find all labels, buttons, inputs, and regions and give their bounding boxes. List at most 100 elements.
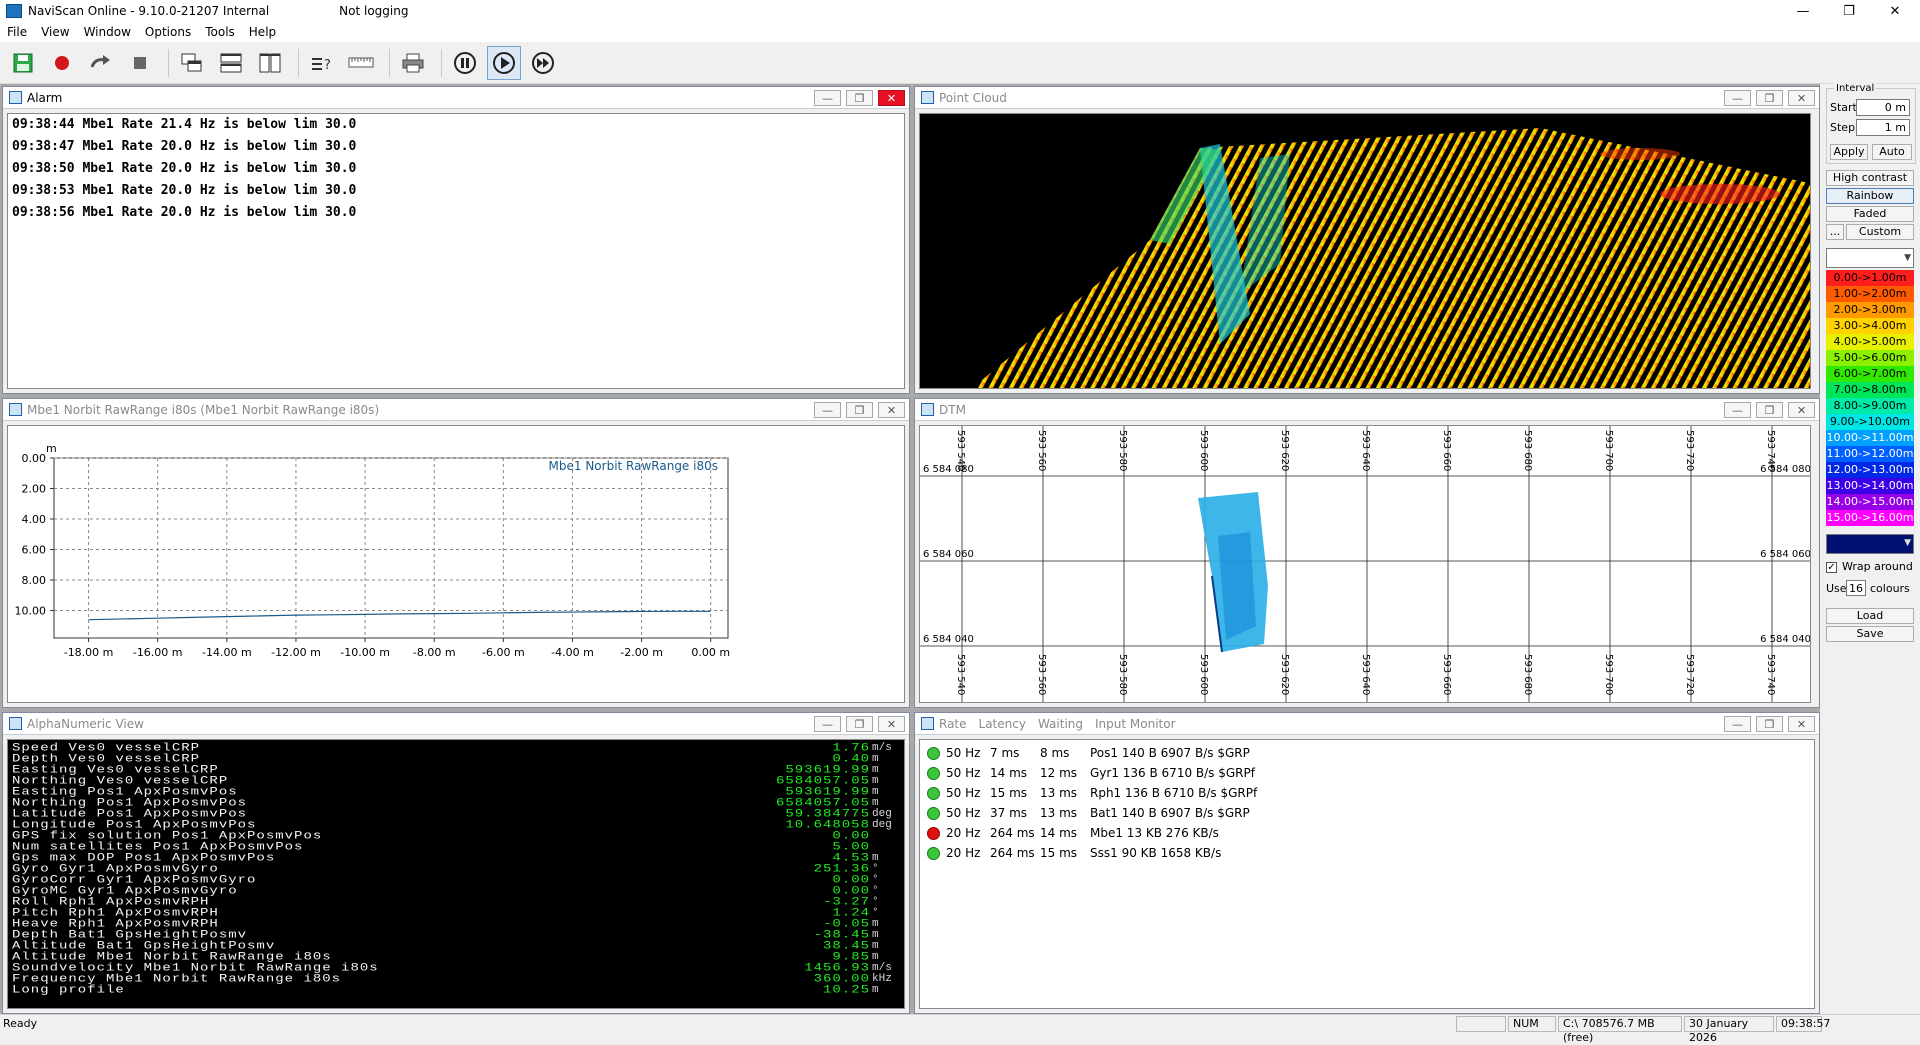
restore-icon[interactable]: ❐ bbox=[846, 716, 873, 732]
cascade-icon[interactable] bbox=[175, 46, 209, 80]
save-icon[interactable] bbox=[6, 46, 40, 80]
legend-entry[interactable]: 1.00->2.00m bbox=[1826, 286, 1914, 302]
record-icon[interactable] bbox=[45, 46, 79, 80]
legend-entry[interactable]: 10.00->11.00m bbox=[1826, 430, 1914, 446]
logging-status: Not logging bbox=[339, 4, 409, 18]
y-tick-label: 6.00 bbox=[22, 544, 47, 557]
toolbar-separator bbox=[441, 48, 442, 77]
monitor-cell: Rph1 136 B 6710 B/s $GRPf bbox=[1090, 786, 1258, 800]
restore-icon[interactable]: ❐ bbox=[1756, 90, 1783, 106]
legend-entry[interactable]: 11.00->12.00m bbox=[1826, 446, 1914, 462]
custom-button[interactable]: Custom bbox=[1846, 224, 1914, 240]
ruler-icon[interactable] bbox=[344, 46, 378, 80]
legend-entry[interactable]: 7.00->8.00m bbox=[1826, 382, 1914, 398]
minimize-icon[interactable]: — bbox=[814, 90, 841, 106]
wrap-colour-dropdown[interactable]: ▼ bbox=[1826, 534, 1914, 554]
input-monitor-window-icon bbox=[921, 717, 934, 730]
rainbow-button[interactable]: Rainbow bbox=[1826, 188, 1914, 204]
legend-entry[interactable]: 4.00->5.00m bbox=[1826, 334, 1914, 350]
minimize-icon[interactable]: — bbox=[814, 402, 841, 418]
title-bar: NaviScan Online - 9.10.0-21207 Internal … bbox=[0, 0, 1920, 22]
pointcloud-caption[interactable]: Point Cloud — ❐ ✕ bbox=[915, 87, 1819, 109]
input-monitor-caption[interactable]: Rate Latency Waiting Input Monitor — ❐ ✕ bbox=[915, 713, 1819, 735]
legend-entry[interactable]: 2.00->3.00m bbox=[1826, 302, 1914, 318]
menu-window[interactable]: Window bbox=[77, 25, 138, 39]
start-input[interactable]: 0 m bbox=[1856, 99, 1910, 116]
input-monitor-list[interactable]: 50 Hz 7 ms 8 ms Pos1 140 B 6907 B/s $GRP 50 … bbox=[919, 739, 1815, 1009]
header-latency: Latency bbox=[978, 716, 1026, 731]
legend-entry[interactable]: 3.00->4.00m bbox=[1826, 318, 1914, 334]
load-button[interactable]: Load bbox=[1826, 608, 1914, 624]
rate-cell: 20 Hz bbox=[946, 826, 981, 840]
close-icon[interactable]: ✕ bbox=[1788, 716, 1815, 732]
query-icon[interactable]: ? bbox=[305, 46, 339, 80]
y-axis-unit: m bbox=[46, 442, 57, 455]
minimize-icon[interactable]: — bbox=[1724, 90, 1751, 106]
auto-button[interactable]: Auto bbox=[1872, 144, 1912, 160]
menu-file[interactable]: File bbox=[0, 25, 34, 39]
easting-label-top: 593 640 bbox=[1360, 430, 1371, 471]
close-icon[interactable]: ✕ bbox=[1788, 90, 1815, 106]
chart-window-icon bbox=[9, 403, 22, 416]
pause-icon[interactable] bbox=[448, 46, 482, 80]
redo-icon[interactable] bbox=[84, 46, 118, 80]
alarm-caption[interactable]: Alarm — ❐ ✕ bbox=[3, 87, 909, 109]
legend-entry[interactable]: 8.00->9.00m bbox=[1826, 398, 1914, 414]
close-icon[interactable]: ✕ bbox=[878, 90, 905, 106]
menu-tools[interactable]: Tools bbox=[198, 25, 242, 39]
restore-icon[interactable]: ❐ bbox=[1756, 402, 1783, 418]
legend-entry[interactable]: 9.00->10.00m bbox=[1826, 414, 1914, 430]
print-icon[interactable] bbox=[396, 46, 430, 80]
dtm-map[interactable]: 593 540 593 540 593 560 593 560 593 580 593 5… bbox=[919, 425, 1811, 703]
play-icon[interactable] bbox=[487, 45, 521, 80]
fast-forward-icon[interactable] bbox=[526, 46, 560, 80]
save-colours-button[interactable]: Save bbox=[1826, 626, 1914, 642]
legend-entry[interactable]: 15.00->16.00m bbox=[1826, 510, 1914, 526]
chart-title: Mbe1 Norbit RawRange i80s (Mbe1 Norbit R… bbox=[27, 402, 380, 417]
pointcloud-view[interactable] bbox=[919, 113, 1811, 389]
alphanumeric-view[interactable]: Speed Ves0 vesselCRP 1.76 m/s Depth Ves0 ve… bbox=[7, 739, 905, 1009]
restore-icon[interactable]: ❐ bbox=[846, 402, 873, 418]
menu-view[interactable]: View bbox=[34, 25, 76, 39]
close-icon[interactable]: ✕ bbox=[878, 716, 905, 732]
alphanumeric-caption[interactable]: AlphaNumeric View — ❐ ✕ bbox=[3, 713, 909, 735]
tile-vertical-icon[interactable] bbox=[253, 46, 287, 80]
chart-caption[interactable]: Mbe1 Norbit RawRange i80s (Mbe1 Norbit R… bbox=[3, 399, 909, 421]
minimize-icon[interactable]: — bbox=[1724, 402, 1751, 418]
close-icon[interactable]: ✕ bbox=[1788, 402, 1815, 418]
menu-options[interactable]: Options bbox=[138, 25, 198, 39]
restore-icon[interactable]: ❐ bbox=[846, 90, 873, 106]
stop-icon[interactable] bbox=[123, 46, 157, 80]
colour-count-input[interactable]: 16 bbox=[1846, 580, 1866, 596]
close-icon[interactable]: ✕ bbox=[1872, 0, 1918, 22]
menu-help[interactable]: Help bbox=[242, 25, 283, 39]
restore-icon[interactable]: ❐ bbox=[1756, 716, 1783, 732]
apply-button[interactable]: Apply bbox=[1830, 144, 1868, 160]
legend-entry[interactable]: 5.00->6.00m bbox=[1826, 350, 1914, 366]
close-icon[interactable]: ✕ bbox=[878, 402, 905, 418]
legend-entry[interactable]: 0.00->1.00m bbox=[1826, 270, 1914, 286]
legend-entry[interactable]: 6.00->7.00m bbox=[1826, 366, 1914, 382]
faded-button[interactable]: Faded bbox=[1826, 206, 1914, 222]
monitor-row: 20 Hz 264 ms 15 ms Sss1 90 KB 1658 KB/s bbox=[920, 843, 1814, 863]
ellipsis-button[interactable]: ... bbox=[1826, 224, 1844, 240]
wrap-around-checkbox[interactable]: ✓ bbox=[1826, 562, 1837, 573]
palette-dropdown[interactable]: ▼ bbox=[1826, 248, 1914, 268]
minimize-icon[interactable]: — bbox=[1780, 0, 1826, 22]
step-input[interactable]: 1 m bbox=[1856, 119, 1910, 136]
tile-horizontal-icon[interactable] bbox=[214, 46, 248, 80]
legend-entry[interactable]: 14.00->15.00m bbox=[1826, 494, 1914, 510]
restore-icon[interactable]: ❐ bbox=[1826, 0, 1872, 22]
chart-panel[interactable]: 0.00 2.00 4.00 6.00 8.00 10.00 -18.00 m -16.00 … bbox=[7, 425, 905, 703]
rate-cell: 20 Hz bbox=[946, 846, 981, 860]
alarm-list[interactable]: 09:38:44 Mbe1 Rate 21.4 Hz is below lim … bbox=[7, 113, 905, 389]
easting-label-bottom: 593 540 bbox=[955, 654, 966, 695]
high-contrast-button[interactable]: High contrast bbox=[1826, 170, 1914, 186]
minimize-icon[interactable]: — bbox=[1724, 716, 1751, 732]
legend-entry[interactable]: 12.00->13.00m bbox=[1826, 462, 1914, 478]
legend-entry[interactable]: 13.00->14.00m bbox=[1826, 478, 1914, 494]
dtm-caption[interactable]: DTM — ❐ ✕ bbox=[915, 399, 1819, 421]
alarm-entry: 09:38:47 Mbe1 Rate 20.0 Hz is below lim … bbox=[12, 139, 357, 154]
easting-label-top: 593 580 bbox=[1117, 430, 1128, 471]
minimize-icon[interactable]: — bbox=[814, 716, 841, 732]
